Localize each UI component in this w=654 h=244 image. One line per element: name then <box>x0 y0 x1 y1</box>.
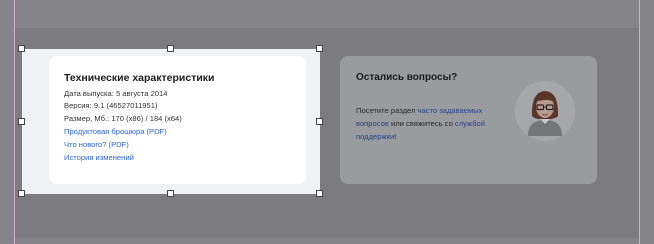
resize-handle-right[interactable] <box>316 118 323 125</box>
help-text: Посетите раздел часто задаваемых вопросо… <box>356 104 506 143</box>
resize-handle-left[interactable] <box>18 118 25 125</box>
whats-new-link[interactable]: Что нового? (PDF) <box>64 140 129 149</box>
help-text-part2: или свяжитесь со <box>391 119 453 128</box>
resize-handle-top-left[interactable] <box>18 45 25 52</box>
brochure-link[interactable]: Продуктовая брошюра (PDF) <box>64 127 167 136</box>
resize-handle-top-right[interactable] <box>316 45 323 52</box>
support-agent-avatar <box>515 81 575 141</box>
help-title: Остались вопросы? <box>356 72 458 83</box>
download-size: Размер, Мб.: 170 (x86) / 184 (x64) <box>64 114 182 123</box>
version: Версия: 9.1 (46527011951) <box>64 101 158 110</box>
help-text-end: ! <box>394 132 397 141</box>
help-text-part1: Посетите раздел <box>356 106 416 115</box>
resize-handle-bottom-right[interactable] <box>316 190 323 197</box>
guide-line-right <box>639 0 640 244</box>
resize-handle-bottom[interactable] <box>167 190 174 197</box>
specs-title: Технические характеристики <box>64 72 215 84</box>
changelog-link[interactable]: История изменений <box>64 153 134 162</box>
resize-handle-bottom-left[interactable] <box>18 190 25 197</box>
release-date: Дата выпуска: 5 августа 2014 <box>64 89 168 98</box>
resize-handle-top[interactable] <box>167 45 174 52</box>
guide-line-left <box>14 0 15 244</box>
